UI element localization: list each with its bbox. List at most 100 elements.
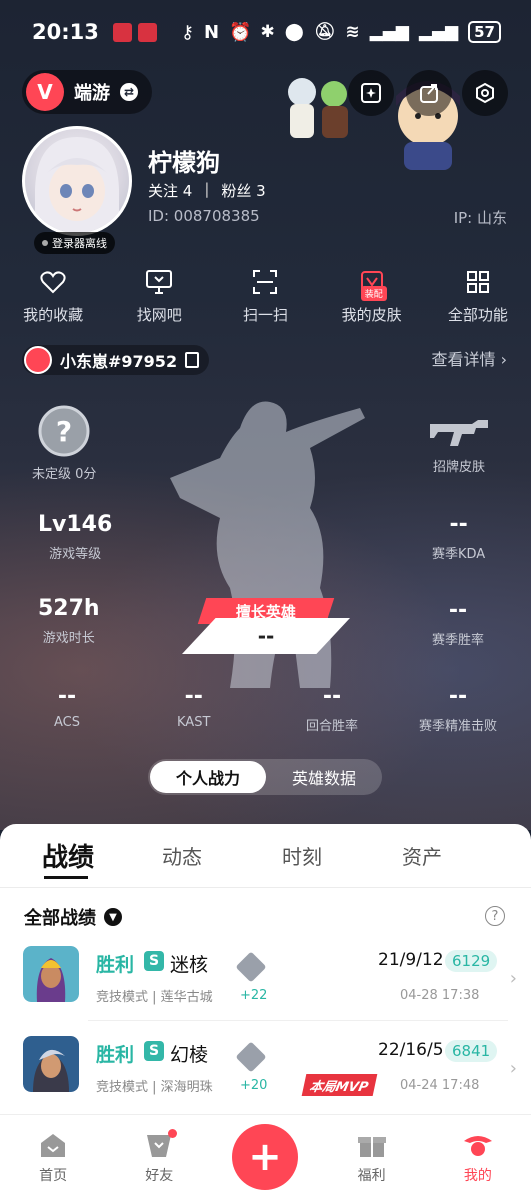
playtime-value: 527h: [38, 596, 100, 621]
separator: |: [204, 180, 210, 198]
nav-home[interactable]: 首页: [0, 1115, 106, 1200]
grid-icon: [466, 271, 489, 293]
follow-count[interactable]: 关注 4: [148, 180, 192, 201]
quick-action-internet-cafe[interactable]: 找网吧: [106, 268, 212, 325]
chevron-down-icon: ▼: [104, 908, 122, 926]
active-tab-indicator: [44, 876, 88, 879]
notification-dot: [168, 1129, 178, 1138]
toggle-agent-data[interactable]: 英雄数据: [266, 765, 382, 789]
scan-icon: [253, 270, 278, 294]
kda-value: --: [449, 512, 468, 537]
tab-records[interactable]: 战绩: [24, 837, 144, 874]
settings-button[interactable]: [462, 70, 508, 116]
valorant-logo-icon: [24, 346, 52, 374]
nav-label: 好友: [145, 1168, 174, 1184]
quick-action-label: 全部功能: [447, 306, 508, 324]
quick-action-skins[interactable]: 装配 我的皮肤: [319, 268, 425, 325]
nav-profile[interactable]: 我的: [425, 1115, 531, 1200]
agent-portrait-icon: [23, 946, 79, 1002]
mute-icon: 🔕︎: [313, 22, 336, 42]
quick-action-label: 扫一扫: [242, 306, 288, 324]
tab-moments[interactable]: 时刻: [264, 841, 384, 870]
quick-action-label: 找网吧: [136, 306, 182, 324]
valorant-logo-icon: V: [26, 73, 64, 111]
create-post-button[interactable]: +: [232, 1124, 298, 1190]
quick-action-favorites[interactable]: 我的收藏: [0, 268, 106, 325]
precise-kill-stat: -- 赛季精准击败: [419, 684, 497, 734]
round-winrate-value: --: [322, 684, 342, 709]
notification-icon: [112, 22, 132, 42]
riot-id-chip[interactable]: 小东崽#97952: [22, 345, 210, 375]
match-kda: 21/9/12: [378, 950, 444, 970]
quick-action-label: 我的皮肤: [341, 306, 402, 324]
sparkle-frame-button[interactable]: [348, 70, 394, 116]
game-switch-button[interactable]: V 端游 ⇄: [22, 70, 152, 114]
precise-kill-value: --: [448, 684, 468, 709]
signature-skin-label: 招牌皮肤: [432, 460, 485, 475]
quick-action-all-features[interactable]: 全部功能: [425, 268, 531, 325]
filter-label: 全部战绩: [24, 908, 96, 929]
help-icon[interactable]: ?: [485, 906, 505, 926]
username: 柠檬狗: [148, 149, 220, 177]
kast-value: --: [184, 684, 203, 709]
wifi-icon: ≋: [345, 22, 360, 42]
view-details-link[interactable]: 查看详情 ›: [432, 346, 508, 370]
status-bar: 20:13 ⚷ N ⏰ ✱ ⬤ 🔕︎ ≋ ▂▄▆ ▂▄▆ 57: [0, 0, 531, 64]
location-icon: ⬤: [284, 22, 304, 42]
profile-header-area: 20:13 ⚷ N ⏰ ✱ ⬤ 🔕︎ ≋ ▂▄▆ ▂▄▆ 57 V 端游 ⇄ 登…: [0, 0, 531, 830]
quick-action-scan[interactable]: 扫一扫: [212, 268, 318, 325]
key-icon: ⚷: [180, 21, 195, 43]
view-details-label: 查看详情: [431, 350, 496, 369]
match-agent: 迷核: [170, 954, 209, 976]
status-time: 20:13: [32, 20, 99, 44]
match-result: 胜利: [96, 954, 135, 976]
agent-portrait-icon: [23, 1036, 79, 1092]
monitor-icon: [146, 270, 173, 294]
offline-dot-icon: [42, 240, 48, 246]
records-filter-dropdown[interactable]: 全部战绩 ▼: [24, 904, 122, 930]
quick-actions: 我的收藏 找网吧 扫一扫 装配 我的皮肤 全部功能: [0, 268, 531, 325]
tab-feed[interactable]: 动态: [144, 841, 264, 870]
nav-friends[interactable]: 好友: [106, 1115, 212, 1200]
level-value: Lv146: [38, 512, 113, 537]
tab-assets[interactable]: 资产: [384, 841, 504, 870]
offline-label: 登录器离线: [52, 237, 107, 250]
chevron-right-icon: ›: [509, 968, 517, 989]
signature-skin-stat[interactable]: 招牌皮肤: [428, 412, 490, 475]
rank-stat[interactable]: ? 未定级 0分: [32, 405, 96, 482]
bluetooth-icon: ✱: [260, 22, 275, 42]
riot-id-name: 小东崽#97952: [60, 352, 178, 371]
match-row[interactable]: 胜利 S 迷核 竞技模式 | 莲华古城 +22 21/9/12 6129 04-…: [0, 946, 531, 1036]
rank-label: 未定级 0分: [32, 467, 97, 482]
match-mode: 竞技模式 | 莲华古城: [96, 990, 213, 1005]
match-time: 04-24 17:48: [400, 1078, 480, 1093]
profile-icon: [463, 1136, 492, 1156]
share-button[interactable]: [406, 70, 452, 116]
svg-text:?: ?: [56, 415, 72, 448]
alarm-icon: ⏰: [229, 21, 252, 43]
rank-icon: [235, 1041, 267, 1073]
level-label: 游戏等级: [49, 547, 102, 562]
level-stat: Lv146 游戏等级: [38, 512, 112, 562]
fans-count[interactable]: 粉丝 3: [221, 180, 265, 201]
round-winrate-stat: -- 回合胜率: [306, 684, 358, 734]
toggle-personal-power[interactable]: 个人战力: [150, 761, 266, 793]
swap-icon: ⇄: [120, 83, 138, 101]
avatar[interactable]: [22, 126, 132, 236]
status-right: ✱ ⬤ 🔕︎ ≋ ▂▄▆ ▂▄▆ 57: [261, 21, 501, 43]
gear-icon: [476, 82, 494, 104]
kast-label: KAST: [177, 715, 211, 730]
kda-label: 赛季KDA: [432, 547, 486, 562]
unranked-icon: ?: [38, 405, 90, 457]
quick-action-label: 我的收藏: [23, 306, 84, 324]
gift-icon: [357, 1137, 386, 1157]
nfc-icon: N: [204, 21, 220, 43]
rank-icon: [235, 951, 267, 983]
match-row[interactable]: 胜利 S 幻棱 竞技模式 | 深海明珠 +20 本局MVP 22/16/5 68…: [0, 1036, 531, 1126]
copy-icon[interactable]: [185, 352, 200, 368]
status-icons: ⚷ N ⏰: [181, 22, 252, 43]
kda-stat: -- 赛季KDA: [432, 512, 485, 562]
playtime-label: 游戏时长: [42, 631, 95, 646]
match-agent: 幻棱: [170, 1044, 209, 1066]
nav-welfare[interactable]: 福利: [319, 1115, 425, 1200]
